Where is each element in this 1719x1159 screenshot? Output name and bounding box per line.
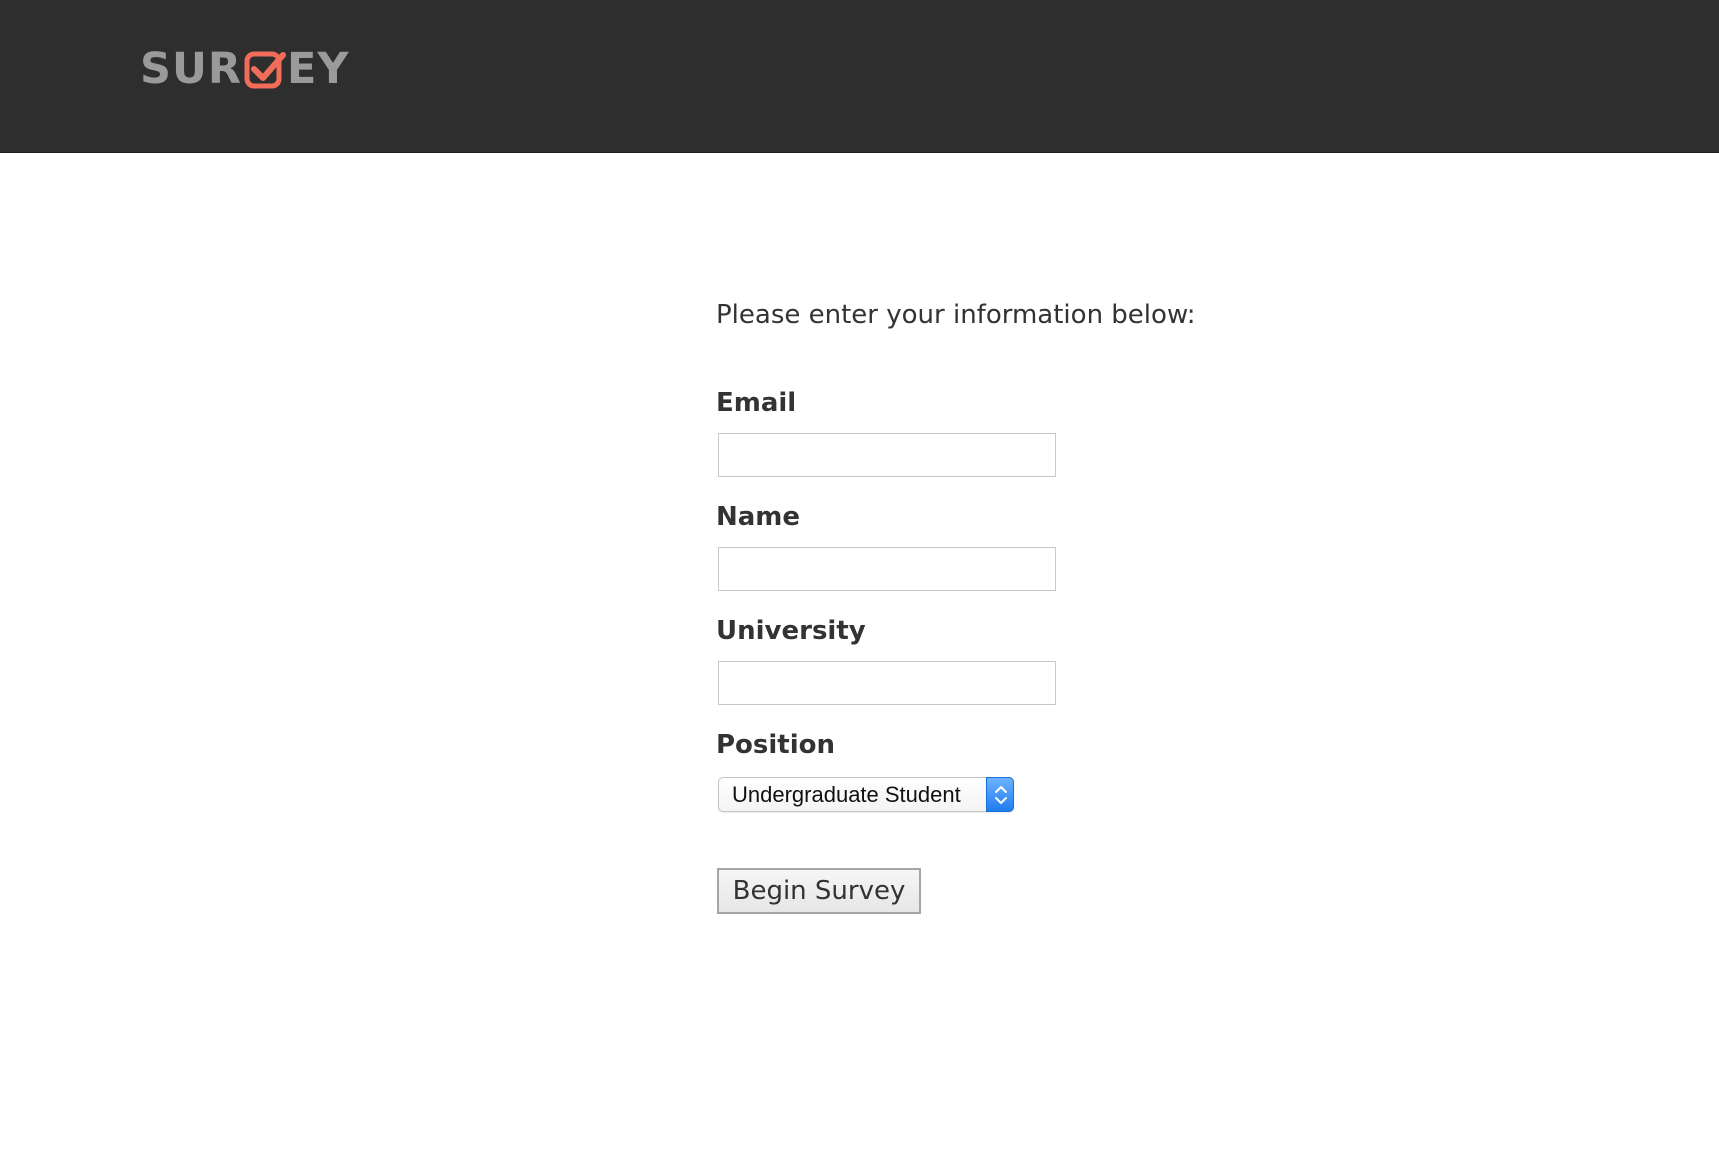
form-intro-text: Please enter your information below: xyxy=(716,300,1196,330)
email-label: Email xyxy=(716,388,797,418)
university-input[interactable] xyxy=(718,661,1056,705)
survey-logo[interactable]: SUR EY xyxy=(140,46,350,92)
checkbox-check-icon xyxy=(244,49,286,91)
top-header-bar: SUR EY xyxy=(0,0,1719,153)
logo-text-start: SUR xyxy=(140,44,242,94)
position-selected-value: Undergraduate Student xyxy=(732,782,961,807)
email-input[interactable] xyxy=(718,433,1056,477)
logo-text-end: EY xyxy=(287,44,350,94)
position-select[interactable]: Undergraduate Student xyxy=(718,777,1014,812)
select-arrows-icon[interactable] xyxy=(986,777,1014,812)
name-label: Name xyxy=(716,502,801,532)
university-label: University xyxy=(716,616,866,646)
begin-survey-button[interactable]: Begin Survey xyxy=(717,868,921,914)
position-label: Position xyxy=(716,730,836,760)
name-input[interactable] xyxy=(718,547,1056,591)
